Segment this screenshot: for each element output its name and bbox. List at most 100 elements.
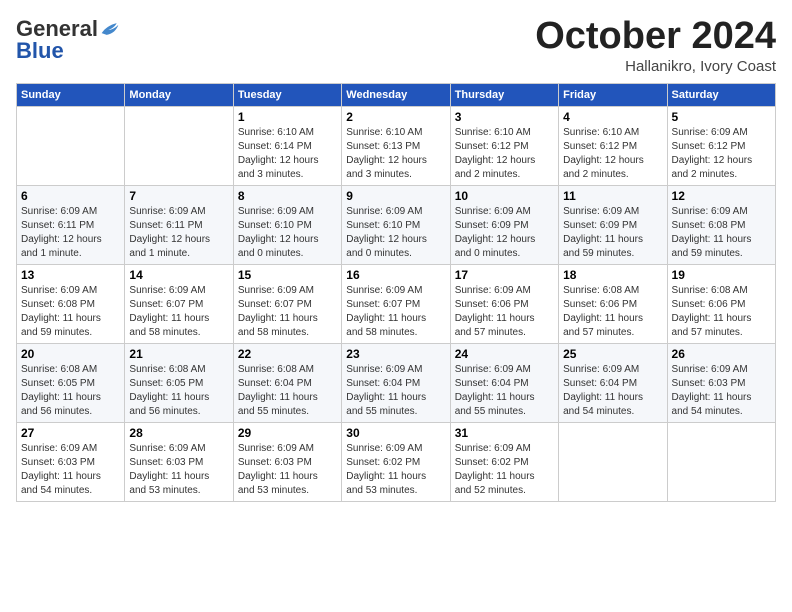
title-block: October 2024 Hallanikro, Ivory Coast (535, 16, 776, 75)
day-number: 1 (238, 110, 337, 124)
calendar-cell: 27 Sunrise: 6:09 AMSunset: 6:03 PMDayligh… (17, 422, 125, 501)
day-info: Sunrise: 6:09 AMSunset: 6:07 PMDaylight:… (346, 284, 445, 340)
calendar-week-row: 1 Sunrise: 6:10 AMSunset: 6:14 PMDaylight… (17, 106, 776, 185)
weekday-header-tuesday: Tuesday (233, 83, 341, 106)
day-number: 17 (455, 268, 554, 282)
day-number: 30 (346, 426, 445, 440)
day-info: Sunrise: 6:09 AMSunset: 6:04 PMDaylight:… (346, 363, 445, 419)
day-number: 3 (455, 110, 554, 124)
calendar-cell (17, 106, 125, 185)
day-info: Sunrise: 6:09 AMSunset: 6:04 PMDaylight:… (455, 363, 554, 419)
day-number: 22 (238, 347, 337, 361)
day-info: Sunrise: 6:10 AMSunset: 6:13 PMDaylight:… (346, 126, 445, 182)
calendar-cell: 14 Sunrise: 6:09 AMSunset: 6:07 PMDayligh… (125, 264, 233, 343)
calendar-cell: 22 Sunrise: 6:08 AMSunset: 6:04 PMDayligh… (233, 343, 341, 422)
calendar-cell (125, 106, 233, 185)
day-number: 28 (129, 426, 228, 440)
logo-blue-text: Blue (16, 38, 64, 64)
calendar-week-row: 27 Sunrise: 6:09 AMSunset: 6:03 PMDayligh… (17, 422, 776, 501)
day-number: 19 (672, 268, 771, 282)
calendar-cell: 23 Sunrise: 6:09 AMSunset: 6:04 PMDayligh… (342, 343, 450, 422)
calendar-cell: 6Sunrise: 6:09 AMSunset: 6:11 PMDaylight… (17, 185, 125, 264)
calendar-cell: 20Sunrise: 6:08 AMSunset: 6:05 PMDayligh… (17, 343, 125, 422)
weekday-header-saturday: Saturday (667, 83, 775, 106)
calendar-cell (559, 422, 667, 501)
page-header: General Blue October 2024 Hallanikro, Iv… (16, 16, 776, 75)
calendar-cell: 8Sunrise: 6:09 AMSunset: 6:10 PMDaylight… (233, 185, 341, 264)
calendar-cell: 18Sunrise: 6:08 AMSunset: 6:06 PMDayligh… (559, 264, 667, 343)
day-info: Sunrise: 6:09 AMSunset: 6:03 PMDaylight:… (21, 442, 120, 498)
day-number: 2 (346, 110, 445, 124)
calendar-cell: 12 Sunrise: 6:09 AMSunset: 6:08 PMDayligh… (667, 185, 775, 264)
logo-bird-icon (100, 19, 120, 39)
weekday-header-row: SundayMondayTuesdayWednesdayThursdayFrid… (17, 83, 776, 106)
day-info: Sunrise: 6:09 AMSunset: 6:11 PMDaylight:… (129, 205, 228, 261)
day-number: 15 (238, 268, 337, 282)
day-number: 4 (563, 110, 662, 124)
calendar-cell: 15Sunrise: 6:09 AMSunset: 6:07 PMDayligh… (233, 264, 341, 343)
day-number: 9 (346, 189, 445, 203)
day-info: Sunrise: 6:09 AMSunset: 6:02 PMDaylight:… (455, 442, 554, 498)
day-info: Sunrise: 6:09 AMSunset: 6:10 PMDaylight:… (346, 205, 445, 261)
day-info: Sunrise: 6:09 AMSunset: 6:09 PMDaylight:… (563, 205, 662, 261)
day-number: 25 (563, 347, 662, 361)
day-number: 27 (21, 426, 120, 440)
weekday-header-sunday: Sunday (17, 83, 125, 106)
day-info: Sunrise: 6:09 AMSunset: 6:04 PMDaylight:… (563, 363, 662, 419)
day-number: 26 (672, 347, 771, 361)
day-number: 7 (129, 189, 228, 203)
calendar-cell: 3 Sunrise: 6:10 AMSunset: 6:12 PMDaylight… (450, 106, 558, 185)
day-info: Sunrise: 6:10 AMSunset: 6:12 PMDaylight:… (563, 126, 662, 182)
calendar-cell: 4 Sunrise: 6:10 AMSunset: 6:12 PMDaylight… (559, 106, 667, 185)
day-number: 29 (238, 426, 337, 440)
day-number: 21 (129, 347, 228, 361)
day-number: 6 (21, 189, 120, 203)
calendar-cell: 11Sunrise: 6:09 AMSunset: 6:09 PMDayligh… (559, 185, 667, 264)
calendar-cell: 25 Sunrise: 6:09 AMSunset: 6:04 PMDayligh… (559, 343, 667, 422)
calendar-table: SundayMondayTuesdayWednesdayThursdayFrid… (16, 83, 776, 502)
day-info: Sunrise: 6:09 AMSunset: 6:03 PMDaylight:… (238, 442, 337, 498)
day-number: 10 (455, 189, 554, 203)
day-number: 14 (129, 268, 228, 282)
day-number: 24 (455, 347, 554, 361)
day-number: 18 (563, 268, 662, 282)
calendar-cell: 21 Sunrise: 6:08 AMSunset: 6:05 PMDayligh… (125, 343, 233, 422)
day-info: Sunrise: 6:08 AMSunset: 6:05 PMDaylight:… (21, 363, 120, 419)
day-info: Sunrise: 6:09 AMSunset: 6:08 PMDaylight:… (672, 205, 771, 261)
weekday-header-wednesday: Wednesday (342, 83, 450, 106)
day-info: Sunrise: 6:09 AMSunset: 6:08 PMDaylight:… (21, 284, 120, 340)
calendar-cell: 13Sunrise: 6:09 AMSunset: 6:08 PMDayligh… (17, 264, 125, 343)
calendar-cell: 7 Sunrise: 6:09 AMSunset: 6:11 PMDaylight… (125, 185, 233, 264)
day-info: Sunrise: 6:08 AMSunset: 6:06 PMDaylight:… (672, 284, 771, 340)
weekday-header-monday: Monday (125, 83, 233, 106)
day-number: 16 (346, 268, 445, 282)
calendar-cell: 1 Sunrise: 6:10 AMSunset: 6:14 PMDaylight… (233, 106, 341, 185)
day-info: Sunrise: 6:10 AMSunset: 6:12 PMDaylight:… (455, 126, 554, 182)
day-info: Sunrise: 6:10 AMSunset: 6:14 PMDaylight:… (238, 126, 337, 182)
calendar-cell: 10 Sunrise: 6:09 AMSunset: 6:09 PMDayligh… (450, 185, 558, 264)
day-number: 5 (672, 110, 771, 124)
day-info: Sunrise: 6:09 AMSunset: 6:07 PMDaylight:… (129, 284, 228, 340)
day-number: 23 (346, 347, 445, 361)
day-number: 8 (238, 189, 337, 203)
day-info: Sunrise: 6:09 AMSunset: 6:02 PMDaylight:… (346, 442, 445, 498)
calendar-cell: 24 Sunrise: 6:09 AMSunset: 6:04 PMDayligh… (450, 343, 558, 422)
weekday-header-friday: Friday (559, 83, 667, 106)
location-subtitle: Hallanikro, Ivory Coast (535, 58, 776, 75)
day-info: Sunrise: 6:09 AMSunset: 6:03 PMDaylight:… (672, 363, 771, 419)
calendar-cell: 28 Sunrise: 6:09 AMSunset: 6:03 PMDayligh… (125, 422, 233, 501)
calendar-cell: 5Sunrise: 6:09 AMSunset: 6:12 PMDaylight… (667, 106, 775, 185)
day-info: Sunrise: 6:09 AMSunset: 6:06 PMDaylight:… (455, 284, 554, 340)
day-info: Sunrise: 6:09 AMSunset: 6:09 PMDaylight:… (455, 205, 554, 261)
calendar-cell: 9 Sunrise: 6:09 AMSunset: 6:10 PMDaylight… (342, 185, 450, 264)
calendar-cell: 30 Sunrise: 6:09 AMSunset: 6:02 PMDayligh… (342, 422, 450, 501)
day-info: Sunrise: 6:08 AMSunset: 6:05 PMDaylight:… (129, 363, 228, 419)
day-info: Sunrise: 6:09 AMSunset: 6:03 PMDaylight:… (129, 442, 228, 498)
calendar-week-row: 13Sunrise: 6:09 AMSunset: 6:08 PMDayligh… (17, 264, 776, 343)
calendar-week-row: 20Sunrise: 6:08 AMSunset: 6:05 PMDayligh… (17, 343, 776, 422)
day-number: 12 (672, 189, 771, 203)
day-info: Sunrise: 6:08 AMSunset: 6:04 PMDaylight:… (238, 363, 337, 419)
calendar-cell (667, 422, 775, 501)
calendar-week-row: 6 Sunrise: 6:09 AMSunset: 6:11 PMDaylight… (17, 185, 776, 264)
day-number: 31 (455, 426, 554, 440)
